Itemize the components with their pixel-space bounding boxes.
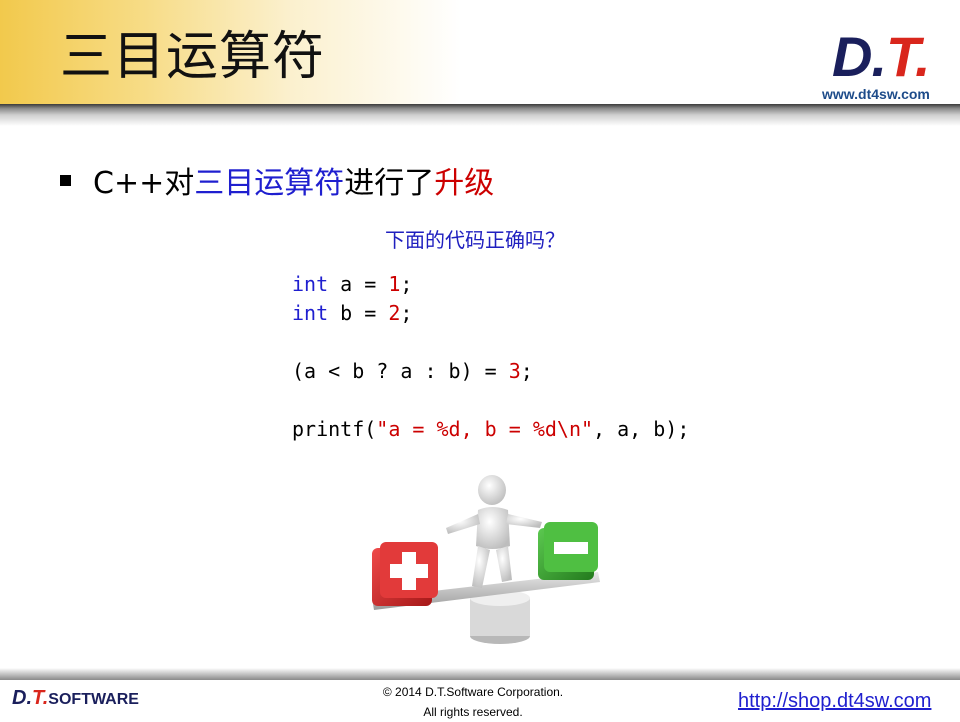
copyright-notice: © 2014 D.T.Software Corporation. All rig… (330, 682, 616, 722)
code-text: ; (400, 272, 413, 296)
dt-logo: D.T. (832, 24, 931, 89)
code-number: 1 (388, 272, 401, 296)
code-text: ; (400, 301, 413, 325)
logo-url: www.dt4sw.com (822, 86, 930, 102)
code-number: 2 (388, 301, 401, 325)
bullet-prefix: C++对 (93, 166, 195, 201)
question-text: 下面的代码正确吗？ (385, 228, 565, 252)
bullet-item: C++对三目运算符进行了升级 (60, 158, 494, 202)
code-text: b = (328, 301, 389, 325)
fulcrum-icon (470, 590, 530, 644)
code-text: printf( (292, 417, 377, 441)
logo-main: D. (832, 25, 887, 88)
code-line-2: int b = 2; (292, 299, 689, 328)
code-number: 3 (508, 359, 521, 383)
minus-cube-icon (538, 522, 598, 580)
code-line-3: (a < b ? a : b) = 3; (292, 357, 689, 386)
logo-t: T. (886, 25, 931, 88)
footer-logo-software: SOFTWARE (48, 691, 139, 708)
copyright-line-2: All rights reserved. (423, 705, 523, 719)
code-line-4: printf("a = %d, b = %d\n", a, b); (292, 415, 689, 444)
footer-logo-t: T. (32, 687, 49, 709)
bullet-highlight-blue: 三目运算符 (194, 166, 345, 201)
balancing-person-icon (446, 475, 542, 588)
code-text: (a < b ? a : b) = (292, 359, 509, 383)
page-title: 三目运算符 (60, 27, 326, 87)
footer-logo: D.T.SOFTWARE (12, 687, 139, 710)
bullet-middle: 进行了 (344, 166, 435, 201)
balance-illustration (372, 475, 600, 644)
code-keyword: int (292, 272, 329, 296)
bullet-highlight-red: 升级 (434, 166, 495, 201)
code-keyword: int (292, 301, 329, 325)
code-text: ; (520, 359, 533, 383)
code-text: , a, b); (593, 417, 690, 441)
code-text: a = (328, 272, 389, 296)
header-shadow (0, 104, 960, 126)
copyright-line-1: © 2014 D.T.Software Corporation. (382, 685, 564, 699)
code-line-1: int a = 1; (292, 270, 689, 299)
footer-divider (0, 668, 960, 680)
bullet-square-icon (60, 175, 71, 186)
plus-cube-icon (372, 542, 438, 606)
shop-link[interactable]: http://shop.dt4sw.com (738, 690, 931, 713)
code-block: int a = 1; int b = 2; (a < b ? a : b) = 3… (292, 270, 689, 444)
footer-logo-main: D. (12, 687, 32, 709)
code-string: "a = %d, b = %d\n" (376, 417, 594, 441)
